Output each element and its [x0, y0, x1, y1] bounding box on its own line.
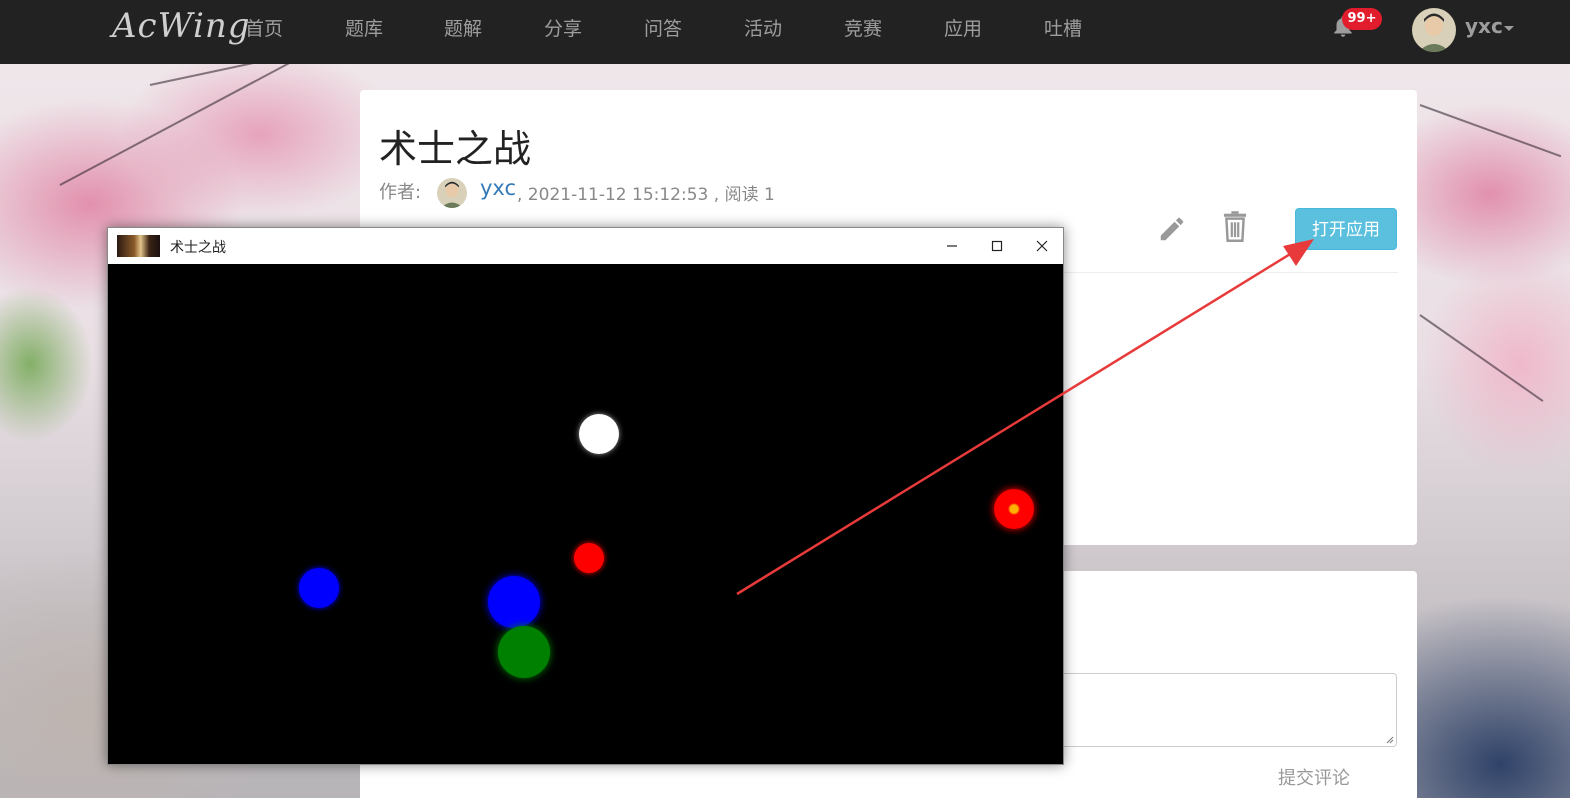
- enemy-ball-red: [574, 543, 604, 573]
- minimize-button[interactable]: [929, 228, 974, 264]
- window-title: 术士之战: [170, 240, 226, 256]
- author-link[interactable]: yxc: [480, 176, 516, 200]
- maximize-button[interactable]: [974, 228, 1019, 264]
- article-title: 术士之战: [379, 127, 532, 171]
- nav-item-qa[interactable]: 问答: [644, 14, 682, 41]
- minimize-icon: [946, 245, 957, 247]
- player-ball-white: [579, 414, 619, 454]
- close-button[interactable]: [1019, 228, 1064, 264]
- game-window: 术士之战: [107, 227, 1064, 765]
- bg-power-line: [1419, 314, 1544, 402]
- chevron-down-icon[interactable]: [1504, 26, 1514, 31]
- close-icon: [1036, 240, 1047, 252]
- bg-power-line: [1419, 104, 1562, 158]
- game-canvas[interactable]: [108, 264, 1063, 764]
- top-navbar: AcWing 首页 题库 题解 分享 问答 活动 竞赛 应用 吐槽 99+ yx…: [0, 0, 1570, 64]
- author-avatar[interactable]: [437, 178, 467, 208]
- trash-icon[interactable]: [1222, 210, 1248, 242]
- site-logo[interactable]: AcWing: [112, 6, 250, 46]
- bg-power-line: [59, 64, 326, 186]
- enemy-ball-red: [994, 489, 1034, 529]
- nav-username[interactable]: yxc: [1465, 14, 1503, 38]
- open-app-button[interactable]: 打开应用: [1295, 208, 1397, 250]
- notification-badge[interactable]: 99+: [1342, 8, 1382, 30]
- app-icon: [117, 235, 160, 257]
- enemy-ball-blue: [299, 568, 339, 608]
- maximize-icon: [991, 240, 1002, 252]
- nav-item-activities[interactable]: 活动: [744, 14, 782, 41]
- nav-item-home[interactable]: 首页: [245, 14, 283, 41]
- nav-item-share[interactable]: 分享: [544, 14, 582, 41]
- nav-item-problems[interactable]: 题库: [345, 14, 383, 41]
- enemy-ball-green: [498, 626, 550, 678]
- article-meta: , 2021-11-12 15:12:53 , 阅读 1: [517, 185, 775, 205]
- nav-item-contests[interactable]: 竞赛: [844, 14, 882, 41]
- nav-item-apps[interactable]: 应用: [944, 14, 982, 41]
- nav-item-solutions[interactable]: 题解: [444, 14, 482, 41]
- user-avatar[interactable]: [1412, 8, 1456, 52]
- submit-comment-button[interactable]: 提交评论: [1278, 764, 1350, 790]
- window-titlebar[interactable]: 术士之战: [108, 228, 1063, 264]
- nav-item-feedback[interactable]: 吐槽: [1044, 14, 1082, 41]
- author-label: 作者:: [379, 182, 422, 203]
- enemy-ball-blue: [488, 576, 540, 628]
- resize-handle-icon[interactable]: [1384, 734, 1394, 744]
- pencil-icon[interactable]: [1157, 214, 1187, 244]
